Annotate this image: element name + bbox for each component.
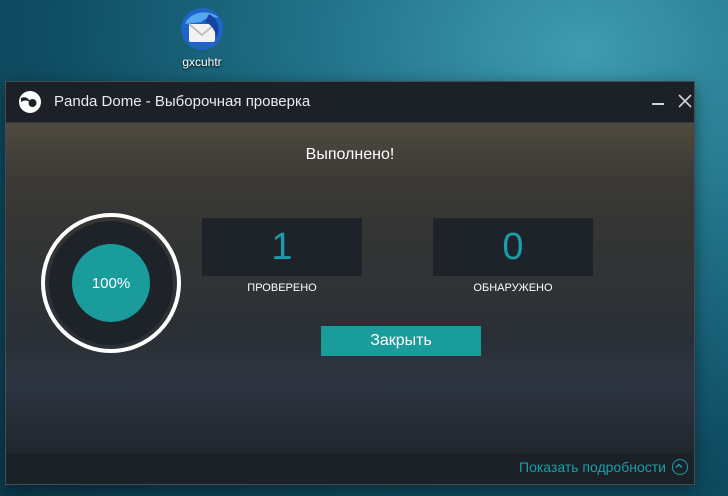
show-details-link[interactable]: Показать подробности (519, 459, 688, 475)
window-title: Panda Dome - Выборочная проверка (54, 93, 311, 110)
chevron-up-circle-icon (672, 459, 688, 475)
scan-result-panel: Выполнено! 100% 1 ПРОВЕРЕНО 0 ОБНАРУЖЕНО… (6, 123, 694, 454)
close-button[interactable]: Закрыть (321, 326, 481, 356)
show-details-label: Показать подробности (519, 459, 666, 475)
progress-percentage: 100% (72, 244, 150, 322)
close-icon[interactable] (676, 92, 694, 110)
found-label: ОБНАРУЖЕНО (473, 282, 553, 294)
scan-status-title: Выполнено! (305, 146, 395, 163)
window-footer: Показать подробности (6, 454, 694, 484)
progress-ring: 100% (41, 213, 181, 353)
scanned-count: 1 (202, 218, 362, 276)
minimize-icon[interactable] (650, 94, 666, 110)
title-bar[interactable]: Panda Dome - Выборочная проверка (6, 82, 694, 123)
panda-logo-icon (18, 90, 42, 114)
desktop-icon-gxcuhtr[interactable]: gxcuhtr (172, 6, 232, 69)
found-count: 0 (433, 218, 593, 276)
scanned-label: ПРОВЕРЕНО (247, 282, 317, 294)
thunderbird-mail-icon (179, 6, 225, 52)
desktop-icon-label: gxcuhtr (182, 55, 222, 69)
scan-window: Panda Dome - Выборочная проверка Выполне… (6, 82, 694, 484)
